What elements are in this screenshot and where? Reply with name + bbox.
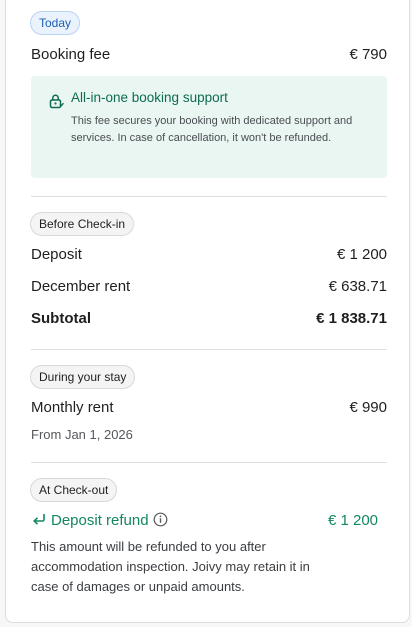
booking-fee-row: Booking fee € 790 [31, 44, 387, 66]
before-checkin-pill: Before Check-in [30, 212, 135, 236]
today-pill: Today [30, 11, 81, 35]
monthly-rent-row: Monthly rent € 990 [31, 397, 387, 419]
lock-icon [48, 93, 64, 109]
divider [31, 196, 387, 197]
deposit-refund-text: Deposit refund [51, 512, 149, 529]
info-icon[interactable] [153, 512, 168, 527]
booking-fee-value: € 790 [349, 46, 387, 63]
during-stay-pill: During your stay [30, 365, 136, 389]
deposit-refund-label: Deposit refund [31, 510, 168, 532]
deposit-value: € 1 200 [336, 246, 387, 263]
deposit-label: Deposit [31, 246, 82, 263]
deposit-refund-value: € 1 200 [327, 512, 378, 529]
december-rent-row: December rent € 638.71 [31, 276, 387, 298]
december-rent-value: € 638.71 [328, 278, 387, 295]
payment-summary-card: Today Booking fee € 790 All-in-one booki… [5, 0, 410, 623]
checkout-pill: At Check-out [30, 478, 118, 502]
subtotal-row: Subtotal € 1 838.71 [31, 308, 387, 330]
subtotal-label: Subtotal [31, 310, 91, 327]
monthly-rent-start-date: From Jan 1, 2026 [31, 427, 133, 442]
support-description: This fee secures your booking with dedic… [71, 115, 353, 144]
support-title: All-in-one booking support [71, 90, 228, 105]
booking-fee-label: Booking fee [31, 46, 111, 63]
divider [31, 462, 387, 463]
deposit-row: Deposit € 1 200 [31, 244, 387, 266]
subtotal-value: € 1 838.71 [316, 310, 387, 327]
monthly-rent-label: Monthly rent [31, 399, 114, 416]
refund-note: This amount will be refunded to you afte… [31, 539, 310, 594]
booking-support-box: All-in-one booking support This fee secu… [31, 76, 387, 178]
monthly-rent-value: € 990 [349, 399, 387, 416]
december-rent-label: December rent [31, 278, 131, 295]
return-arrow-icon [31, 511, 47, 527]
divider [31, 349, 387, 350]
